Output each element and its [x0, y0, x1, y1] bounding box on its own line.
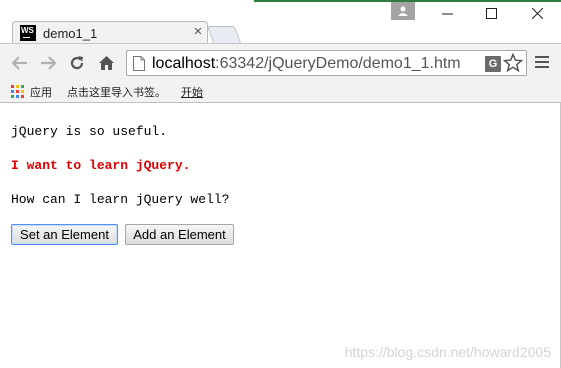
close-icon [531, 7, 543, 19]
tab-demo1-1[interactable]: WS demo1_1 × [16, 22, 206, 44]
bookmark-apps[interactable]: 应用 [30, 84, 52, 100]
paragraph-1: jQuery is so useful. [11, 124, 168, 139]
new-tab-button[interactable] [206, 26, 242, 43]
back-button[interactable] [9, 53, 31, 73]
url-text[interactable]: localhost:63342/jQueryDemo/demo1_1.htm [152, 55, 461, 73]
maximize-icon [485, 7, 497, 19]
reload-button[interactable] [66, 53, 88, 73]
close-window-button[interactable] [522, 3, 552, 23]
user-icon [398, 6, 408, 16]
user-profile-button[interactable] [391, 2, 415, 20]
apps-grid-icon[interactable] [11, 85, 24, 98]
url-path: :63342/jQueryDemo/demo1_1.htm [215, 55, 461, 72]
url-host: localhost [152, 55, 216, 72]
page-icon [133, 56, 145, 71]
back-arrow-icon [12, 56, 27, 70]
forward-button[interactable] [37, 53, 59, 73]
forward-arrow-icon [41, 56, 56, 70]
tab-close-icon[interactable]: × [190, 24, 206, 40]
bookmark-import-start-link[interactable]: 开始 [181, 84, 203, 100]
reload-icon [70, 56, 84, 70]
bookmark-import-prompt[interactable]: 点击这里导入书签。 [67, 84, 166, 100]
bookmark-star-icon[interactable] [503, 53, 523, 73]
translate-icon[interactable]: G [485, 56, 501, 72]
set-element-button[interactable]: Set an Element [11, 224, 118, 245]
home-icon [98, 56, 114, 70]
browser-toolbar: localhost:63342/jQueryDemo/demo1_1.htm G [0, 44, 561, 81]
minimize-button[interactable] [432, 3, 462, 23]
add-element-button[interactable]: Add an Element [125, 224, 234, 245]
maximize-button[interactable] [476, 3, 506, 23]
minimize-icon [441, 13, 453, 14]
paragraph-2-highlighted: I want to learn jQuery. [11, 158, 191, 173]
tab-strip: WS demo1_1 × [0, 0, 561, 44]
home-button[interactable] [95, 53, 117, 73]
address-bar[interactable]: localhost:63342/jQueryDemo/demo1_1.htm G [126, 50, 527, 76]
bookmarks-bar: 应用 点击这里导入书签。 开始 [0, 81, 561, 103]
webstorm-icon: WS [20, 25, 36, 41]
page-content: jQuery is so useful. I want to learn jQu… [0, 103, 561, 368]
paragraph-3: How can I learn jQuery well? [11, 192, 230, 207]
watermark-text: https://blog.csdn.net/howard2005 [344, 344, 551, 360]
chrome-menu-icon[interactable] [535, 56, 549, 71]
tab-title: demo1_1 [43, 25, 98, 41]
